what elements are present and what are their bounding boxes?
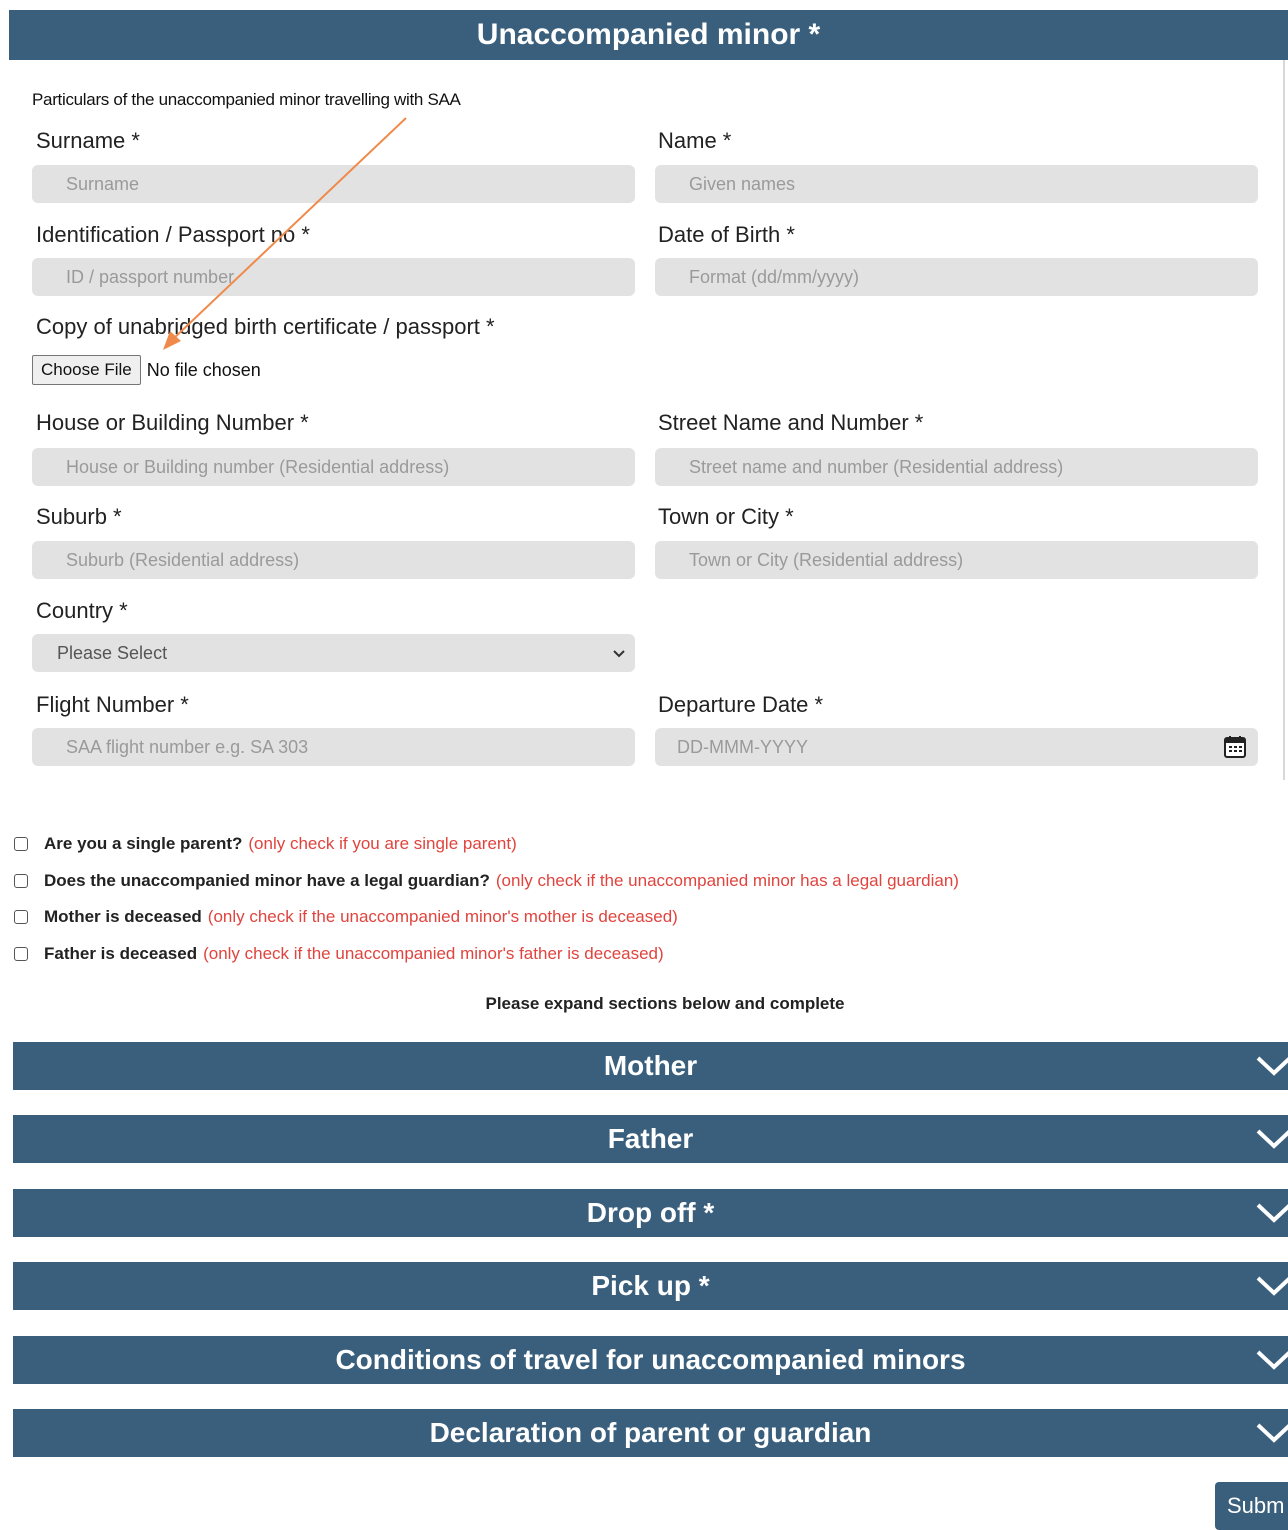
dob-field[interactable]	[655, 258, 1258, 296]
section-title: Conditions of travel for unaccompanied m…	[335, 1344, 966, 1375]
section-father[interactable]: Father	[13, 1115, 1288, 1163]
id-passport-input[interactable]	[64, 265, 635, 289]
checkbox-note: (only check if the unaccompanied minor's…	[207, 907, 678, 926]
file-upload: Choose File No file chosen	[32, 355, 261, 385]
section-mother[interactable]: Mother	[13, 1042, 1288, 1090]
suburb-field[interactable]	[32, 541, 635, 579]
surname-field[interactable]	[32, 165, 635, 203]
checkbox-question: Father is deceased	[44, 944, 198, 963]
checkbox[interactable]	[14, 837, 28, 851]
checkbox-row-father-deceased: Father is deceased (only check if the un…	[14, 944, 664, 964]
street-label: Street Name and Number *	[658, 410, 924, 435]
departure-label: Departure Date *	[658, 692, 824, 717]
country-select[interactable]: Please Select	[32, 634, 635, 672]
suburb-input[interactable]	[64, 548, 635, 572]
town-field[interactable]	[655, 541, 1258, 579]
section-title: Drop off *	[586, 1197, 715, 1228]
submit-button[interactable]: Subm	[1215, 1482, 1288, 1530]
id-passport-field[interactable]	[32, 258, 635, 296]
section-declaration[interactable]: Declaration of parent or guardian	[13, 1409, 1288, 1457]
flight-field[interactable]	[32, 728, 635, 766]
chevron-down-icon	[613, 650, 625, 658]
birth-cert-label: Copy of unabridged birth certificate / p…	[36, 314, 495, 339]
dob-label: Date of Birth *	[658, 222, 795, 247]
checkbox-row-legal-guardian: Does the unaccompanied minor have a lega…	[14, 871, 959, 891]
checkbox-note: (only check if you are single parent)	[248, 834, 517, 853]
surname-input[interactable]	[64, 172, 635, 196]
id-passport-label: Identification / Passport no *	[36, 222, 310, 247]
street-input[interactable]	[687, 455, 1258, 479]
form-header: Unaccompanied minor *	[9, 10, 1288, 60]
checkbox-question: Does the unaccompanied minor have a lega…	[44, 871, 490, 890]
country-selected-value: Please Select	[57, 642, 168, 663]
section-title: Declaration of parent or guardian	[429, 1417, 872, 1448]
checkbox[interactable]	[14, 874, 28, 888]
section-pick-up[interactable]: Pick up *	[13, 1262, 1288, 1310]
checkbox-note: (only check if the unaccompanied minor's…	[203, 944, 664, 963]
checkbox[interactable]	[14, 910, 28, 924]
frame-divider	[1283, 60, 1285, 780]
checkbox-note: (only check if the unaccompanied minor h…	[495, 871, 959, 890]
section-title: Father	[607, 1123, 694, 1154]
name-input[interactable]	[687, 172, 1258, 196]
town-label: Town or City *	[658, 504, 794, 529]
file-status: No file chosen	[146, 359, 261, 380]
checkbox-row-single-parent: Are you a single parent? (only check if …	[14, 834, 517, 854]
chevron-down-icon	[1256, 1056, 1288, 1076]
chevron-down-icon	[1256, 1423, 1288, 1443]
section-drop-off[interactable]: Drop off *	[13, 1189, 1288, 1237]
intro-text: Particulars of the unaccompanied minor t…	[32, 90, 461, 109]
checkbox-row-mother-deceased: Mother is deceased (only check if the un…	[14, 907, 678, 927]
house-field[interactable]	[32, 448, 635, 486]
expand-instruction: Please expand sections below and complet…	[485, 994, 845, 1013]
name-field[interactable]	[655, 165, 1258, 203]
surname-label: Surname *	[36, 128, 140, 153]
dob-input[interactable]	[687, 265, 1258, 289]
departure-field[interactable]	[655, 728, 1258, 766]
checkbox-question: Mother is deceased	[44, 907, 202, 926]
suburb-label: Suburb *	[36, 504, 122, 529]
country-label: Country *	[36, 598, 128, 623]
checkbox[interactable]	[14, 947, 28, 961]
calendar-icon[interactable]	[1222, 734, 1248, 760]
chevron-down-icon	[1256, 1350, 1288, 1370]
section-title: Pick up *	[591, 1270, 710, 1301]
checkbox-question: Are you a single parent?	[44, 834, 243, 853]
section-conditions-of-travel[interactable]: Conditions of travel for unaccompanied m…	[13, 1336, 1288, 1384]
chevron-down-icon	[1256, 1129, 1288, 1149]
house-label: House or Building Number *	[36, 410, 309, 435]
departure-input[interactable]	[675, 735, 1258, 759]
town-input[interactable]	[687, 548, 1258, 572]
house-input[interactable]	[64, 455, 635, 479]
chevron-down-icon	[1256, 1203, 1288, 1223]
form-title: Unaccompanied minor *	[476, 18, 821, 51]
flight-input[interactable]	[64, 735, 635, 759]
name-label: Name *	[658, 128, 732, 153]
chevron-down-icon	[1256, 1276, 1288, 1296]
flight-label: Flight Number *	[36, 692, 189, 717]
street-field[interactable]	[655, 448, 1258, 486]
section-title: Mother	[603, 1050, 698, 1081]
choose-file-button[interactable]: Choose File	[32, 355, 141, 385]
